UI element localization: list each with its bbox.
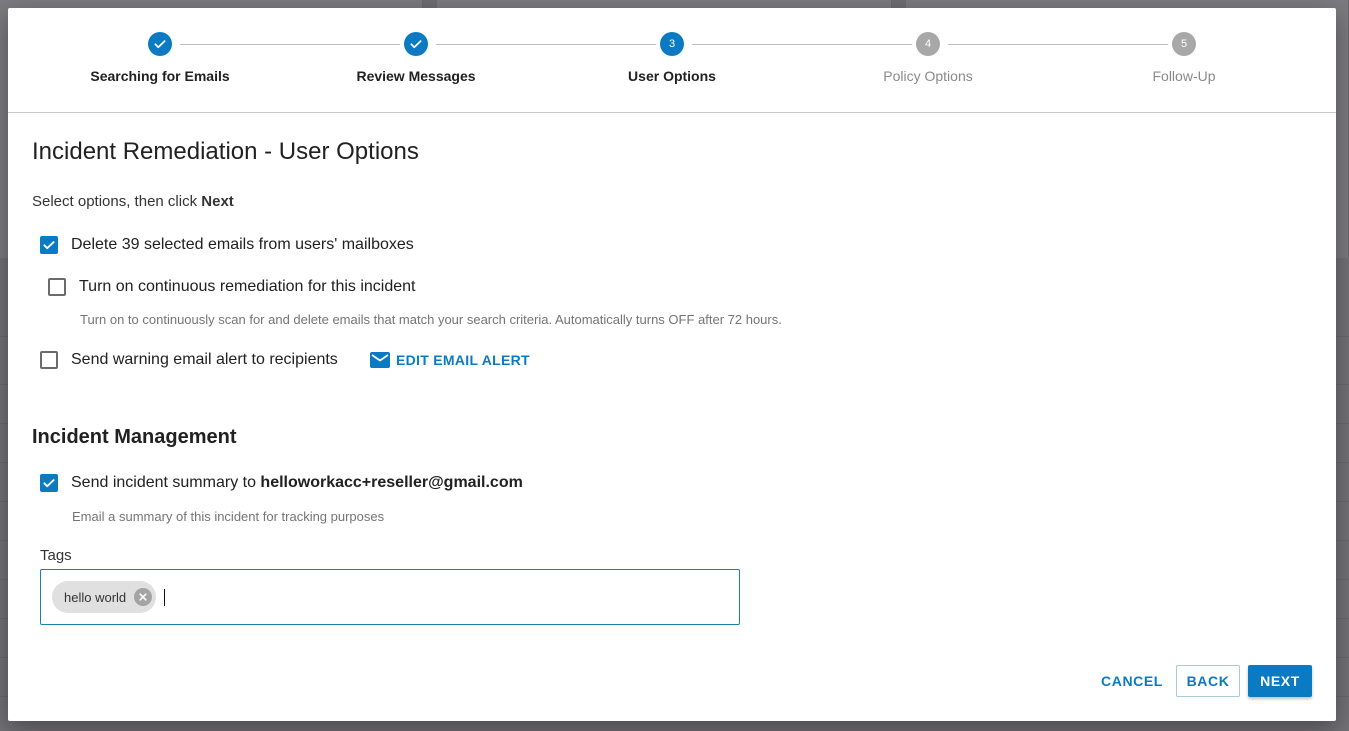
continuous-remediation-option[interactable]: Turn on continuous remediation for this … — [48, 278, 415, 296]
step-review-messages: Review Messages — [288, 32, 544, 84]
step-searching-for-emails: Searching for Emails — [32, 32, 288, 84]
send-summary-option[interactable]: Send incident summary to helloworkacc+re… — [40, 474, 523, 492]
delete-emails-checkbox[interactable] — [40, 236, 58, 254]
wizard-stepper: Searching for Emails Review Messages 3 U… — [8, 8, 1336, 113]
warning-email-label: Send warning email alert to recipients — [71, 351, 338, 368]
tags-label: Tags — [40, 547, 72, 564]
step-number-badge: 5 — [1172, 32, 1196, 56]
delete-emails-option[interactable]: Delete 39 selected emails from users' ma… — [40, 236, 414, 254]
step-label: Searching for Emails — [90, 68, 230, 84]
cancel-button[interactable]: CANCEL — [1092, 665, 1172, 697]
continuous-remediation-hint: Turn on to continuously scan for and del… — [80, 312, 782, 327]
delete-emails-label: Delete 39 selected emails from users' ma… — [71, 236, 414, 253]
edit-email-alert-label: EDIT EMAIL ALERT — [396, 352, 530, 368]
step-label: Follow-Up — [1152, 68, 1216, 84]
step-complete-check-icon — [404, 32, 428, 56]
back-button[interactable]: BACK — [1176, 665, 1240, 697]
step-number-badge: 3 — [660, 32, 684, 56]
text-cursor — [164, 588, 166, 606]
step-label: User Options — [628, 68, 716, 84]
next-button[interactable]: NEXT — [1248, 665, 1312, 697]
edit-email-alert-button[interactable]: EDIT EMAIL ALERT — [370, 352, 530, 368]
continuous-remediation-checkbox[interactable] — [48, 278, 66, 296]
step-follow-up: 5 Follow-Up — [1056, 32, 1312, 84]
step-policy-options: 4 Policy Options — [800, 32, 1056, 84]
tags-input[interactable]: hello world — [40, 569, 740, 625]
send-summary-label: Send incident summary to helloworkacc+re… — [71, 474, 523, 492]
send-summary-hint: Email a summary of this incident for tra… — [72, 509, 385, 524]
remove-tag-icon[interactable] — [134, 588, 153, 606]
warning-email-checkbox[interactable] — [40, 351, 58, 369]
instructions-bold: Next — [201, 193, 234, 210]
step-complete-check-icon — [148, 32, 172, 56]
tag-chip: hello world — [52, 581, 157, 613]
summary-recipient-email: helloworkacc+reseller@gmail.com — [260, 474, 523, 491]
step-label: Review Messages — [356, 68, 476, 84]
step-user-options: 3 User Options — [544, 32, 800, 84]
warning-email-option[interactable]: Send warning email alert to recipients — [40, 351, 338, 369]
incident-remediation-dialog: Searching for Emails Review Messages 3 U… — [8, 8, 1336, 721]
send-summary-checkbox[interactable] — [40, 474, 58, 492]
envelope-icon — [370, 352, 390, 368]
tag-chip-label: hello world — [64, 589, 127, 605]
incident-management-heading: Incident Management — [32, 426, 237, 448]
checkmark-icon — [43, 479, 55, 488]
checkmark-icon — [43, 241, 55, 250]
continuous-remediation-label: Turn on continuous remediation for this … — [79, 278, 416, 295]
instructions-prefix: Select options, then click — [32, 193, 202, 210]
step-label: Policy Options — [883, 68, 973, 84]
page-title: Incident Remediation - User Options — [32, 138, 419, 165]
instructions-text: Select options, then click Next — [32, 193, 234, 210]
step-number-badge: 4 — [916, 32, 940, 56]
send-summary-prefix: Send incident summary to — [71, 474, 261, 491]
